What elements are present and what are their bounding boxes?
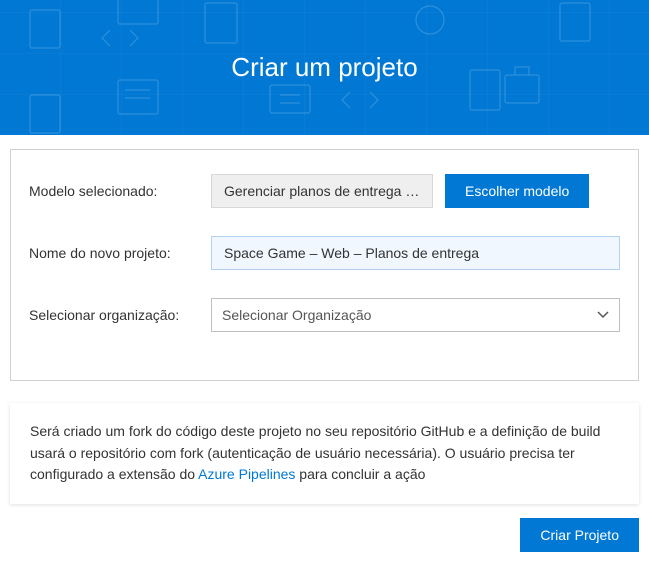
project-name-label: Nome do novo projeto: — [29, 245, 199, 261]
selected-model-display: Gerenciar planos de entrega de... — [211, 174, 433, 208]
azure-pipelines-link[interactable]: Azure Pipelines — [198, 466, 295, 482]
info-text-after: para concluir a ação — [295, 466, 425, 482]
model-row: Modelo selecionado: Gerenciar planos de … — [29, 174, 620, 208]
info-message: Será criado um fork do código deste proj… — [10, 403, 639, 504]
choose-model-button[interactable]: Escolher modelo — [445, 174, 589, 208]
organization-label: Selecionar organização: — [29, 307, 199, 323]
create-project-form: Modelo selecionado: Gerenciar planos de … — [10, 149, 639, 381]
organization-row: Selecionar organização: Selecionar Organ… — [29, 298, 620, 332]
create-project-button[interactable]: Criar Projeto — [520, 518, 639, 552]
banner: Criar um projeto — [0, 0, 649, 135]
project-name-input[interactable] — [211, 236, 620, 270]
page-title: Criar um projeto — [231, 52, 417, 83]
organization-select[interactable]: Selecionar Organização — [211, 298, 620, 332]
footer-actions: Criar Projeto — [0, 504, 649, 552]
project-name-row: Nome do novo projeto: — [29, 236, 620, 270]
model-label: Modelo selecionado: — [29, 183, 199, 199]
